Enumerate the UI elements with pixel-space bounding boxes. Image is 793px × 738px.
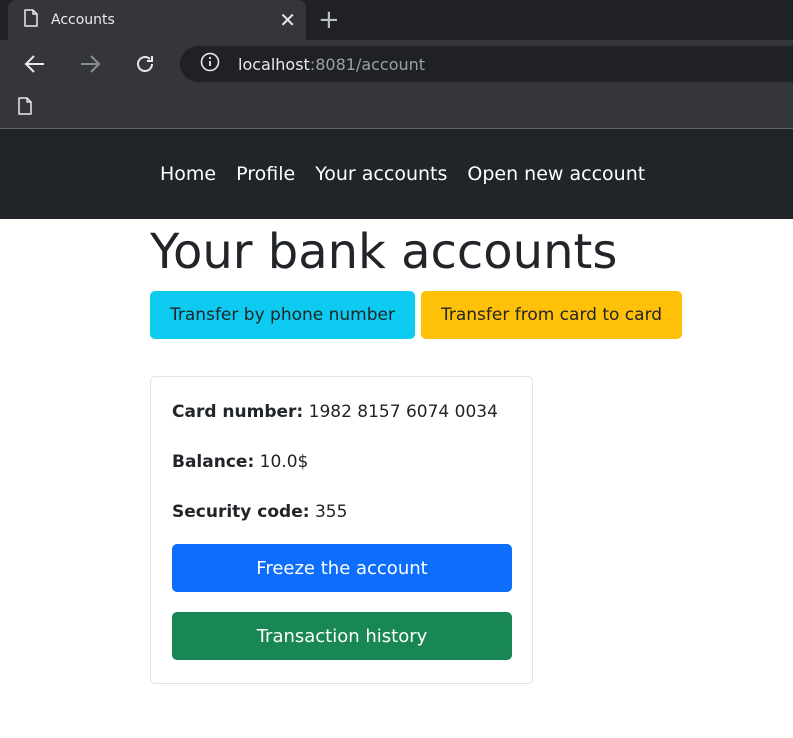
browser-toolbar: localhost:8081/account — [0, 40, 793, 88]
nav-profile-link[interactable]: Profile — [226, 163, 305, 185]
account-card: Card number: 1982 8157 6074 0034 Balance… — [150, 376, 533, 684]
balance-value: 10.0$ — [259, 452, 309, 472]
forward-icon[interactable] — [78, 52, 102, 76]
transaction-history-button[interactable]: Transaction history — [172, 612, 512, 660]
nav-open-account-link[interactable]: Open new account — [457, 163, 655, 185]
security-code-label: Security code: — [172, 502, 310, 522]
url-text[interactable]: localhost:8081/account — [238, 55, 425, 74]
browser-tab[interactable]: Accounts ✕ — [8, 0, 306, 40]
nav-your-accounts-link[interactable]: Your accounts — [305, 163, 457, 185]
security-code-row: Security code: 355 — [172, 498, 511, 526]
transfer-buttons: Transfer by phone number Transfer from c… — [150, 291, 793, 339]
bookmarks-bar — [0, 88, 793, 129]
security-code-value: 355 — [314, 502, 348, 522]
balance-row: Balance: 10.0$ — [172, 448, 511, 476]
page-title: Your bank accounts — [150, 224, 618, 280]
tab-title: Accounts — [51, 12, 115, 28]
nav-home-link[interactable]: Home — [150, 163, 226, 185]
card-number-label: Card number: — [172, 402, 304, 422]
url-path: :8081/account — [309, 54, 426, 74]
transfer-card-to-card-button[interactable]: Transfer from card to card — [421, 291, 682, 339]
reload-icon[interactable] — [133, 52, 157, 76]
address-bar[interactable]: localhost:8081/account — [180, 46, 793, 82]
card-number-row: Card number: 1982 8157 6074 0034 — [172, 398, 511, 426]
transfer-by-phone-button[interactable]: Transfer by phone number — [150, 291, 415, 339]
page-icon — [24, 9, 38, 31]
browser-tabstrip: Accounts ✕ + — [0, 0, 793, 40]
freeze-account-button[interactable]: Freeze the account — [172, 544, 512, 592]
close-icon[interactable]: ✕ — [279, 10, 296, 30]
card-number-value: 1982 8157 6074 0034 — [308, 402, 498, 422]
back-icon[interactable] — [23, 52, 47, 76]
plus-icon[interactable]: + — [318, 5, 340, 35]
info-icon[interactable] — [200, 52, 220, 76]
main-content: Your bank accounts Transfer by phone num… — [0, 223, 793, 684]
url-host: localhost — [238, 54, 310, 74]
bookmark-page-icon[interactable] — [18, 97, 32, 119]
site-navbar: Home Profile Your accounts Open new acco… — [0, 129, 793, 219]
balance-label: Balance: — [172, 452, 255, 472]
